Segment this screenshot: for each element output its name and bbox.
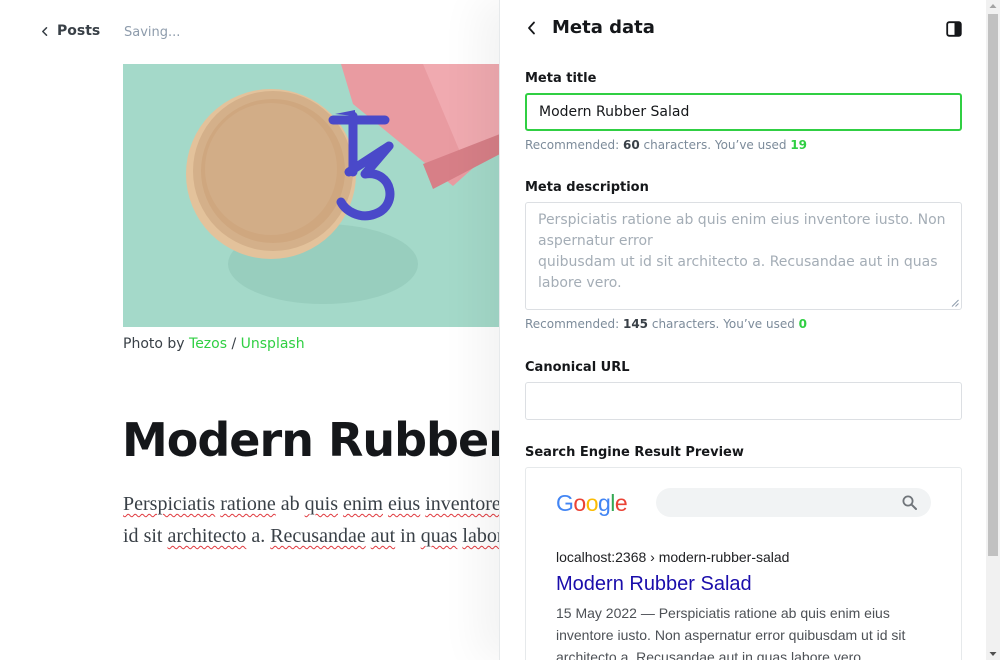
- scroll-up-arrow-icon[interactable]: [989, 3, 997, 9]
- hint-prefix: Recommended:: [525, 138, 623, 152]
- caption-separator: /: [227, 336, 241, 352]
- used-count: 0: [798, 317, 808, 331]
- hint-prefix: Recommended:: [525, 317, 623, 331]
- misspelled-word: architecto: [167, 525, 247, 547]
- used-count: 19: [790, 138, 808, 152]
- meta-title-input[interactable]: Modern Rubber Salad: [525, 93, 962, 131]
- hint-mid: characters. You’ve used: [648, 317, 799, 331]
- serp-search-bar: [656, 488, 931, 517]
- meta-description-textarea[interactable]: Perspiciatis ratione ab quis enim eius i…: [525, 202, 962, 310]
- meta-description-placeholder-line: Perspiciatis ratione ab quis enim eius i…: [538, 212, 946, 228]
- chevron-left-icon: [42, 26, 48, 36]
- meta-description-placeholder-line: labore vero.: [538, 275, 622, 291]
- meta-description-placeholder-line: aspernatur error: [538, 233, 653, 249]
- google-logo-letter: G: [556, 490, 574, 516]
- tezos-coin-illustration: [123, 64, 500, 327]
- meta-title-label: Meta title: [525, 71, 597, 86]
- image-caption: Photo by Tezos / Unsplash: [123, 336, 305, 352]
- serp-description-line: inventore iusto. Non aspernatur error qu…: [556, 627, 906, 643]
- panel-title: Meta data: [552, 17, 655, 38]
- misspelled-word: aut: [370, 525, 396, 547]
- caption-source-link[interactable]: Unsplash: [241, 336, 305, 352]
- post-body-line: Perspiciatis ratione ab quis enim eius i…: [123, 488, 500, 520]
- meta-description-label: Meta description: [525, 180, 649, 195]
- misspelled-word: eius: [387, 493, 421, 515]
- magnifier-icon: [902, 495, 917, 510]
- serp-description-line: architecto a. Recusandae aut in quas lab…: [556, 649, 865, 660]
- panel-header: Meta data: [500, 0, 986, 56]
- recommended-count: 60: [622, 138, 640, 152]
- misspelled-word: quis: [304, 493, 338, 515]
- serp-description-line: 15 May 2022 — Perspiciatis ratione ab qu…: [556, 605, 890, 621]
- meta-description-placeholder-line: quibusdam ut id sit architecto a. Recusa…: [538, 254, 938, 270]
- serp-title-link[interactable]: Modern Rubber Salad: [556, 573, 752, 596]
- canonical-url-label: Canonical URL: [525, 360, 630, 375]
- misspelled-word: inventore: [425, 493, 500, 515]
- misspelled-word: quas: [420, 525, 458, 547]
- recommended-count: 145: [622, 317, 649, 331]
- caption-author-link[interactable]: Tezos: [189, 336, 227, 352]
- back-to-posts-label: Posts: [57, 23, 101, 39]
- google-logo-letter: e: [614, 490, 628, 516]
- misspelled-word: enim: [342, 493, 383, 515]
- meta-title-value: Modern Rubber Salad: [539, 104, 690, 120]
- serp-preview-label: Search Engine Result Preview: [525, 445, 744, 460]
- sidebar-toggle-icon[interactable]: [946, 21, 962, 37]
- google-logo-letter: o: [573, 490, 586, 516]
- serp-preview-card: Google localhost:2368 › modern-rubber-sa…: [525, 467, 962, 660]
- hint-mid: characters. You’ve used: [639, 138, 791, 152]
- canonical-url-input[interactable]: [525, 382, 962, 420]
- body-word: sit: [143, 525, 163, 547]
- misspelled-word: Perspiciatis: [123, 493, 216, 515]
- save-status: Saving...: [124, 25, 181, 40]
- back-to-posts-link[interactable]: Posts: [40, 23, 100, 39]
- google-logo-letter: g: [597, 490, 611, 516]
- google-logo-letter: o: [585, 490, 599, 516]
- chevron-left-icon[interactable]: [524, 20, 540, 36]
- body-word: a.: [251, 525, 266, 547]
- misspelled-word: ratione: [220, 493, 276, 515]
- feature-image[interactable]: [123, 64, 500, 327]
- post-body-line: id sit architecto a. Recusandae aut in q…: [123, 520, 500, 552]
- serp-description: 15 May 2022 — Perspiciatis ratione ab qu…: [556, 602, 936, 660]
- page-scrollbar[interactable]: [986, 0, 1000, 660]
- meta-data-panel: Meta data Meta title Modern Rubber Salad…: [499, 0, 986, 660]
- scroll-down-arrow-icon[interactable]: [989, 651, 997, 657]
- post-body[interactable]: Perspiciatis ratione ab quis enim eius i…: [123, 488, 500, 552]
- meta-description-hint: Recommended: 145 characters. You’ve used…: [525, 317, 807, 331]
- misspelled-word: Recusandae: [270, 525, 366, 547]
- caption-prefix: Photo by: [123, 336, 190, 352]
- body-word: in: [400, 525, 416, 547]
- meta-title-hint: Recommended: 60 characters. You’ve used …: [525, 138, 807, 152]
- post-title[interactable]: Modern Rubber Salad: [122, 413, 500, 467]
- misspelled-word: labore: [462, 525, 500, 547]
- scrollbar-thumb[interactable]: [988, 14, 998, 556]
- editor-topbar: Posts Saving...: [0, 0, 500, 64]
- resize-handle-icon[interactable]: [951, 299, 959, 307]
- body-word: ab: [280, 493, 300, 515]
- serp-url: localhost:2368 › modern-rubber-salad: [556, 549, 790, 565]
- google-logo: Google: [556, 490, 628, 517]
- body-word: id: [123, 525, 139, 547]
